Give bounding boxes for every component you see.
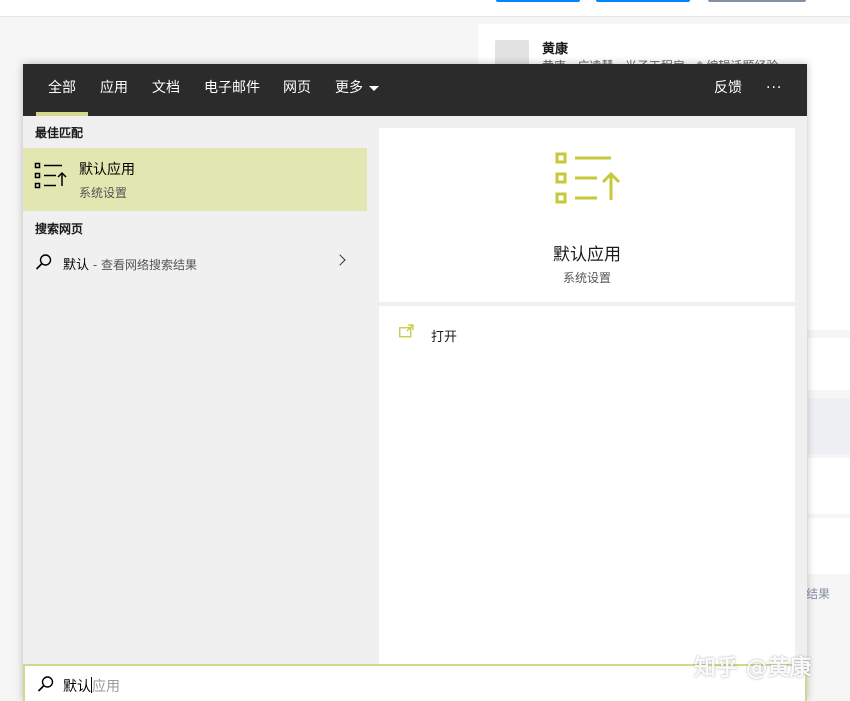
search-icon xyxy=(35,254,52,270)
chevron-down-icon xyxy=(369,85,379,91)
tab-apps[interactable]: 应用 xyxy=(100,64,128,116)
background-result-link: 结果 xyxy=(806,587,831,601)
background-button xyxy=(708,0,806,2)
background-block xyxy=(808,398,850,454)
feedback-button[interactable]: 反馈 xyxy=(714,64,742,116)
detail-pane: 默认应用 系统设置 打开 xyxy=(367,116,807,664)
web-search-item[interactable]: 默认 - 查看网络搜索结果 xyxy=(23,244,367,280)
detail-header-card: 默认应用 系统设置 xyxy=(379,128,795,302)
tab-all[interactable]: 全部 xyxy=(36,64,88,116)
chevron-right-icon xyxy=(334,254,346,266)
open-icon xyxy=(399,324,414,338)
search-filter-bar: 全部 应用 文档 电子邮件 网页 更多 反馈 ··· xyxy=(23,64,807,116)
web-search-query: 默认 - 查看网络搜索结果 xyxy=(63,254,197,273)
web-search-heading: 搜索网页 xyxy=(35,222,84,236)
background-button xyxy=(596,0,690,2)
tab-web[interactable]: 网页 xyxy=(283,64,311,116)
search-typed-text: 默认 xyxy=(63,679,91,695)
background-profile-name: 黄康 xyxy=(542,42,569,57)
tab-more[interactable]: 更多 xyxy=(335,64,379,116)
best-match-heading: 最佳匹配 xyxy=(35,126,84,140)
background-block xyxy=(808,518,850,574)
best-match-item[interactable]: 默认应用 系统设置 xyxy=(23,148,367,211)
web-query-text: 默认 xyxy=(63,258,90,273)
search-suggestion-text: 应用 xyxy=(92,679,120,695)
background-block xyxy=(808,458,850,514)
watermark: 知乎 @黄康 xyxy=(694,656,812,681)
results-list: 最佳匹配 默认应用 系统设置 搜索网页 默认 - 查看网络搜索结果 xyxy=(23,116,367,664)
background-block xyxy=(808,338,850,390)
tab-documents[interactable]: 文档 xyxy=(152,64,180,116)
default-apps-icon xyxy=(34,162,67,189)
search-icon xyxy=(37,676,54,692)
web-query-hint: - 查看网络搜索结果 xyxy=(89,258,197,272)
search-panel: 全部 应用 文档 电子邮件 网页 更多 反馈 ··· 最佳匹配 默认应用 系统设… xyxy=(23,64,807,701)
background-button xyxy=(496,0,580,2)
more-options-button[interactable]: ··· xyxy=(766,64,782,116)
default-apps-large-icon xyxy=(555,152,621,204)
open-label: 打开 xyxy=(431,330,458,345)
background-page-header xyxy=(0,0,850,17)
best-match-subtitle: 系统设置 xyxy=(79,186,128,200)
detail-actions: 打开 xyxy=(379,306,795,664)
best-match-title: 默认应用 xyxy=(79,162,135,178)
search-input[interactable]: 默认应用 xyxy=(63,676,120,696)
search-box[interactable]: 默认应用 xyxy=(23,664,807,701)
detail-subtitle: 系统设置 xyxy=(562,271,611,285)
detail-title: 默认应用 xyxy=(553,245,621,265)
tab-email[interactable]: 电子邮件 xyxy=(204,64,260,116)
open-action[interactable]: 打开 xyxy=(399,318,789,346)
